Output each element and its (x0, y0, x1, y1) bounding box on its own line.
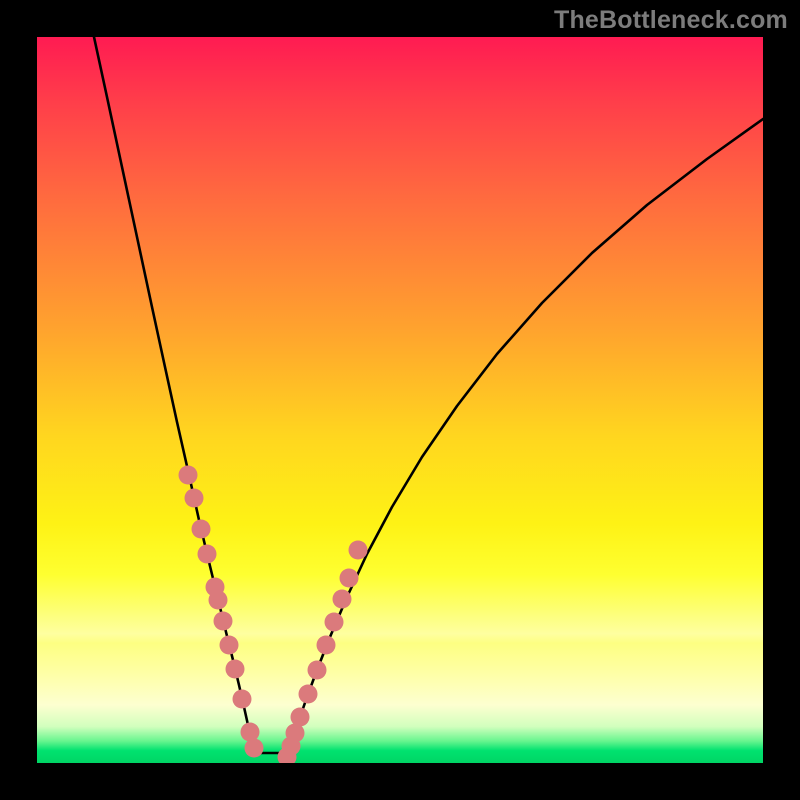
data-point (179, 466, 198, 485)
data-point (245, 739, 264, 758)
data-point (214, 612, 233, 631)
chart-frame: TheBottleneck.com (0, 0, 800, 800)
data-point (333, 590, 352, 609)
data-point (299, 685, 318, 704)
data-point (226, 660, 245, 679)
data-point (308, 661, 327, 680)
data-point (291, 708, 310, 727)
watermark-text: TheBottleneck.com (554, 6, 788, 35)
data-point (209, 591, 228, 610)
data-point (317, 636, 336, 655)
data-point (185, 489, 204, 508)
data-point (340, 569, 359, 588)
data-point (241, 723, 260, 742)
data-point (220, 636, 239, 655)
data-point (233, 690, 252, 709)
data-point (192, 520, 211, 539)
plot-area (37, 37, 763, 763)
data-point (325, 613, 344, 632)
v-curve (94, 37, 763, 753)
bottleneck-curve (37, 37, 763, 763)
data-point (198, 545, 217, 564)
data-point (349, 541, 368, 560)
